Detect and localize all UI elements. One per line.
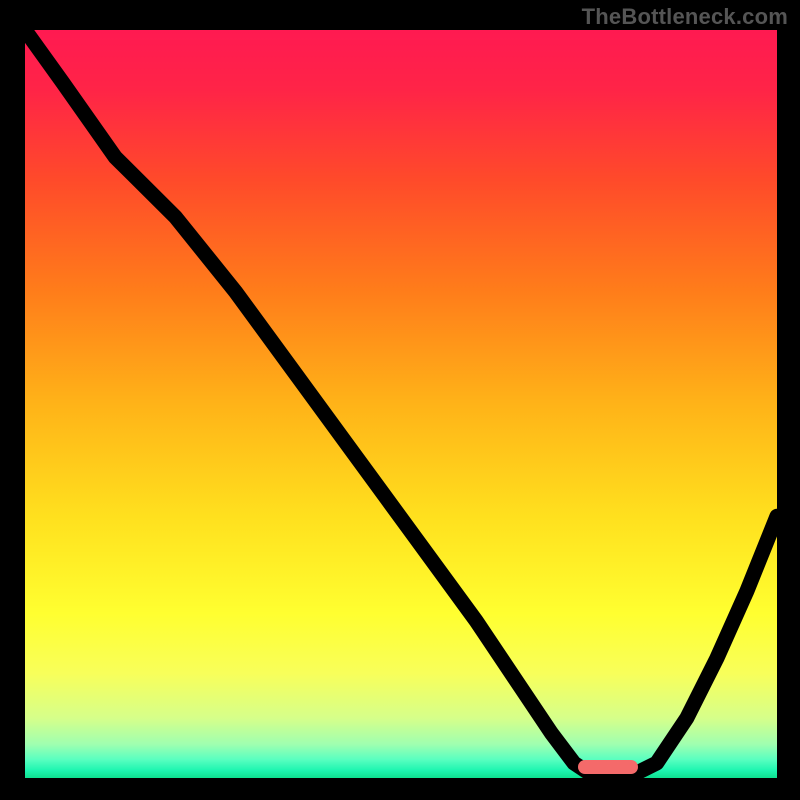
bottleneck-curve (25, 30, 777, 778)
watermark-text: TheBottleneck.com (582, 4, 788, 30)
optimal-marker (578, 760, 638, 773)
app-root: TheBottleneck.com (0, 0, 800, 800)
plot-inner (25, 30, 777, 778)
plot-area (25, 30, 777, 778)
